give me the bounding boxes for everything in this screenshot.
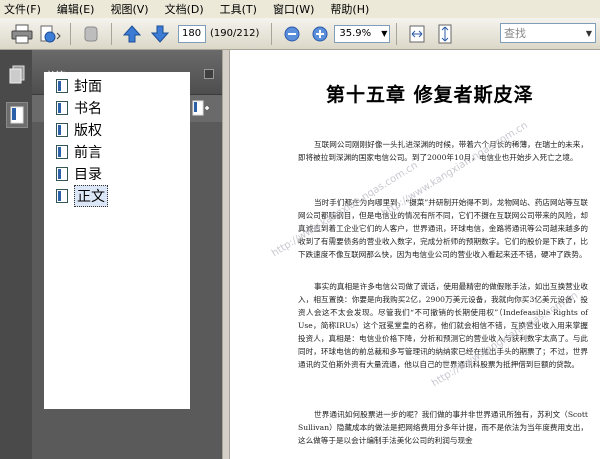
toolbar-divider [111,22,112,45]
zoom-in-icon[interactable] [308,22,332,46]
document-paragraph: 互联网公司刚刚好像一头扎进深渊的时候，带着六个月长的稀薄，在瑞士的未来，即将被拉… [298,140,588,162]
search-placeholder: 查找 [504,27,526,40]
arrow-down-icon[interactable] [148,22,172,46]
new-bookmark-icon[interactable] [192,99,210,120]
bookmark-icon [56,189,68,203]
zoom-value: 35.9% [339,28,372,39]
bookmark-icon [56,123,68,137]
document-viewer[interactable]: 第十五章 修复者斯皮泽 互联网公司刚刚好像一头扎进深渊的时候，带着六个月长的稀薄… [230,50,600,459]
zoom-out-icon[interactable] [280,22,304,46]
bookmark-label: 封面 [74,79,102,95]
menu-view[interactable]: 视图(V) [110,1,148,17]
bookmark-item[interactable]: 目录 [56,164,102,184]
fit-page-icon[interactable] [433,22,457,46]
panel-menu-button[interactable] [204,69,214,79]
page-count: (190/212) [210,28,260,39]
bookmark-icon [56,79,68,93]
search-input[interactable]: 查找 ▼ [500,23,596,43]
bookmark-item[interactable]: 书名 [56,98,102,118]
bookmark-icon [56,101,68,115]
bookmark-item-selected[interactable]: 正文 [56,185,108,207]
page-number-input[interactable]: 180 [178,24,206,43]
bookmark-item[interactable]: 版权 [56,120,102,140]
bookmark-item[interactable]: 封面 [56,76,102,96]
chevron-down-icon: ▼ [381,29,388,38]
menu-bar: 文件(F) 编辑(E) 视图(V) 文档(D) 工具(T) 窗口(W) 帮助(H… [0,0,600,18]
bookmark-label: 版权 [74,123,102,139]
menu-window[interactable]: 窗口(W) [273,1,314,17]
bookmark-icon [56,145,68,159]
chapter-title: 第十五章 修复者斯皮泽 [326,84,534,106]
document-paragraph: 世界通讯如何股票进一步的呢？我们做的事并非世界通讯所独有，苏利文（Scott S… [298,410,588,445]
toolbar-divider [396,22,398,45]
panel-splitter[interactable] [222,50,230,459]
toolbar-divider [70,22,71,45]
bookmark-label: 目录 [74,167,102,183]
toolbar-divider [271,22,273,45]
menu-tools[interactable]: 工具(T) [220,1,257,17]
bookmark-list: 封面 书名 版权 前言 目录 正文 [44,72,190,409]
navigation-rail [0,50,32,459]
export-icon[interactable] [38,22,62,46]
menu-file[interactable]: 文件(F) [4,1,41,17]
bookmark-label: 正文 [74,185,108,207]
pages-icon[interactable] [6,62,28,88]
print-icon[interactable] [10,22,34,46]
bookmark-label: 前言 [74,145,102,161]
bookmarks-icon[interactable] [6,102,28,128]
bookmark-item[interactable]: 前言 [56,142,102,162]
bookmark-label: 书名 [74,101,102,117]
menu-document[interactable]: 文档(D) [165,1,204,17]
zoom-select[interactable]: 35.9% ▼ [334,24,391,43]
arrow-up-icon[interactable] [120,22,144,46]
chevron-down-icon: ▼ [585,28,592,38]
menu-help[interactable]: 帮助(H) [330,1,369,17]
hand-tool-icon[interactable] [79,22,103,46]
fit-width-icon[interactable] [405,22,429,46]
toolbar: 180 (190/212) 35.9% ▼ 查找 ▼ [0,18,600,50]
document-paragraph: 事实的真相是许多电信公司做了谎话，使用最精密的做假账手法，如出互换营业收入，相互… [298,282,588,369]
bookmark-icon [56,167,68,181]
menu-edit[interactable]: 编辑(E) [57,1,95,17]
